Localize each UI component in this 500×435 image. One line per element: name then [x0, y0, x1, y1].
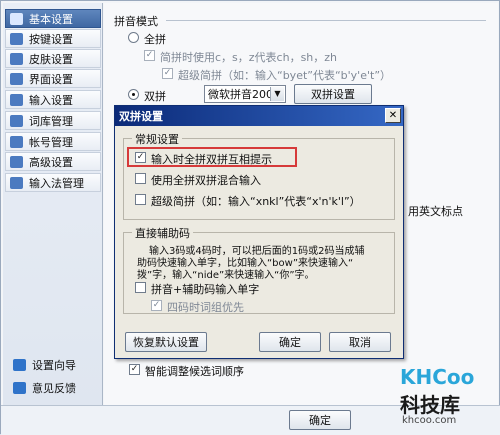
double-pinyin-label: 双拼 — [144, 90, 166, 103]
sidebar-item-label: 皮肤设置 — [29, 52, 73, 66]
mutual-hint-label: 输入时全拼双拼互相提示 — [151, 153, 272, 166]
sidebar-item-label: 高级设置 — [29, 155, 73, 169]
ok-button[interactable]: 确定 — [289, 410, 351, 430]
super-abbrev-checkbox[interactable]: ✓ — [162, 68, 173, 79]
ime-manage-icon — [10, 176, 23, 189]
aux-code-legend: 直接辅助码 — [132, 225, 193, 241]
sidebar-item-basic[interactable]: 基本设置 — [5, 9, 101, 28]
smart-adjust-label: 智能调整候选词顺序 — [145, 365, 244, 378]
window-icon — [10, 72, 23, 85]
abbrev-label: 简拼时使用c，s，z代表ch，sh，zh — [160, 51, 338, 64]
settings-icon — [10, 12, 23, 25]
double-pinyin-radio[interactable] — [128, 89, 139, 100]
dialog-ok-button[interactable]: 确定 — [259, 332, 321, 352]
watermark-brand-en: KHCoo — [400, 365, 475, 389]
english-punct-label: 用英文标点 — [408, 205, 463, 218]
divider — [166, 20, 486, 21]
sidebar-item-skin[interactable]: 皮肤设置 — [5, 49, 101, 68]
chevron-down-icon: ▼ — [270, 87, 284, 101]
dialog-titlebar: 双拼设置 — [115, 106, 403, 126]
four-code-phrase-label: 四码时词组优先 — [167, 301, 244, 314]
wizard-icon — [13, 359, 26, 371]
mixed-input-label: 使用全拼双拼混合输入 — [151, 174, 261, 187]
watermark-logo: KHCoo 科技库 khcoo.com — [400, 365, 495, 431]
setup-wizard-link[interactable]: 设置向导 — [13, 357, 76, 373]
full-pinyin-label: 全拼 — [144, 33, 166, 46]
sidebar-item-keys[interactable]: 按键设置 — [5, 29, 101, 48]
mixed-input-checkbox[interactable] — [135, 173, 146, 184]
feedback-label: 意见反馈 — [32, 382, 76, 395]
advanced-icon — [10, 155, 23, 168]
four-code-phrase-checkbox[interactable]: ✓ — [151, 300, 162, 311]
sidebar-item-ime-manage[interactable]: 输入法管理 — [5, 173, 101, 192]
aux-description-line: 拨”字，输入“nide”来快速输入“你”字。 — [137, 270, 315, 281]
sidebar-item-label: 界面设置 — [29, 72, 73, 86]
account-icon — [10, 135, 23, 148]
dialog-cancel-button[interactable]: 取消 — [329, 332, 391, 352]
double-pinyin-settings-button[interactable]: 双拼设置 — [294, 84, 372, 104]
sidebar-item-input[interactable]: 输入设置 — [5, 90, 101, 109]
feedback-link[interactable]: 意见反馈 — [13, 380, 76, 396]
aux-single-char-label: 拼音+辅助码输入单字 — [151, 283, 260, 296]
input-icon — [10, 93, 23, 106]
pinyin-mode-title: 拼音模式 — [114, 15, 158, 28]
sidebar-item-label: 词库管理 — [29, 114, 73, 128]
keyboard-icon — [10, 32, 23, 45]
sidebar-item-account[interactable]: 帐号管理 — [5, 132, 101, 151]
smart-adjust-checkbox[interactable]: ✓ — [129, 364, 140, 375]
setup-wizard-label: 设置向导 — [32, 359, 76, 372]
abbrev-checkbox[interactable]: ✓ — [144, 50, 155, 61]
sidebar-item-label: 基本设置 — [29, 12, 73, 26]
sidebar: 基本设置 按键设置 皮肤设置 界面设置 输入设置 词库管理 帐号管理 高级设置 — [3, 3, 103, 405]
sidebar-item-ui[interactable]: 界面设置 — [5, 69, 101, 88]
dictionary-icon — [10, 114, 23, 127]
super-abbrev-dialog-checkbox[interactable] — [135, 194, 146, 205]
close-icon[interactable]: ✕ — [385, 108, 401, 123]
watermark-url: khcoo.com — [402, 415, 457, 426]
sidebar-item-advanced[interactable]: 高级设置 — [5, 152, 101, 171]
watermark-brand-cn: 科技库 — [400, 393, 460, 417]
sidebar-item-label: 按键设置 — [29, 32, 73, 46]
sidebar-item-label: 输入法管理 — [29, 176, 84, 190]
super-abbrev-label: 超级简拼（如：输入“byet”代表“b'y'e't”） — [178, 69, 392, 82]
aux-single-char-checkbox[interactable] — [135, 282, 146, 293]
feedback-icon — [13, 382, 26, 394]
double-pinyin-dialog: 双拼设置 ✕ 常规设置 ✓ 输入时全拼双拼互相提示 使用全拼双拼混合输入 超级简… — [114, 105, 404, 359]
super-abbrev-dialog-label: 超级简拼（如：输入“xnkl”代表“x'n'k'l”） — [151, 195, 361, 208]
full-pinyin-radio[interactable] — [128, 32, 139, 43]
dialog-title: 双拼设置 — [119, 110, 163, 123]
sidebar-item-label: 输入设置 — [29, 93, 73, 107]
sidebar-item-label: 帐号管理 — [29, 135, 73, 149]
general-settings-legend: 常规设置 — [132, 131, 182, 147]
mutual-hint-checkbox[interactable]: ✓ — [135, 152, 146, 163]
scheme-select[interactable]: 微软拼音2003 ▼ — [204, 85, 286, 103]
shirt-icon — [10, 52, 23, 65]
sidebar-item-dictionary[interactable]: 词库管理 — [5, 111, 101, 130]
restore-defaults-button[interactable]: 恢复默认设置 — [125, 332, 207, 352]
